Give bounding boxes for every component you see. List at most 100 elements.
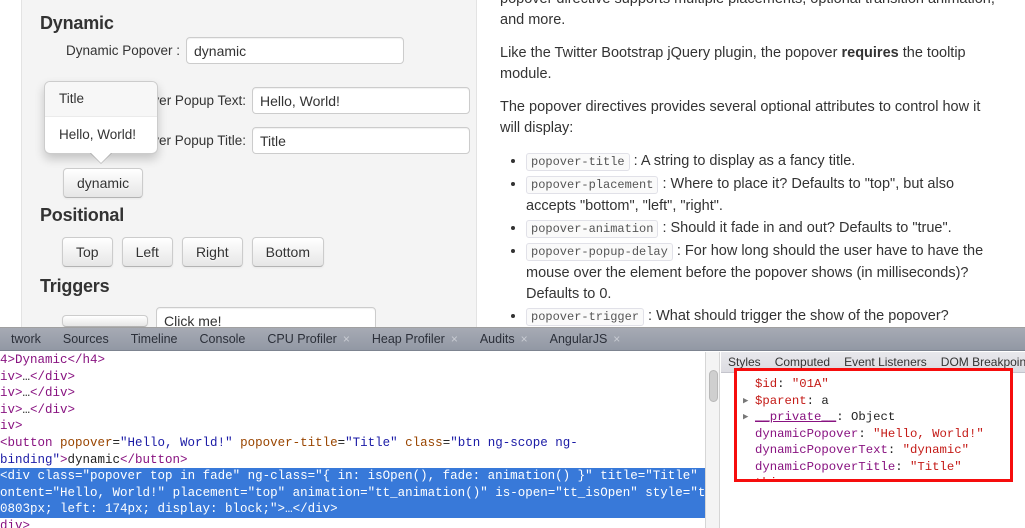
dom-token: "Title" — [645, 469, 698, 484]
dom-line[interactable]: iv> — [0, 418, 705, 435]
dom-tree-scrollbar-thumb[interactable] — [709, 370, 718, 402]
dom-line[interactable]: binding">dynamic</button> — [0, 452, 705, 469]
scope-row[interactable]: ▶$id: "01A" — [743, 376, 1010, 393]
dom-token: div> — [0, 518, 31, 528]
sidebar-tab-dom-breakpoint[interactable]: DOM Breakpoint — [934, 355, 1025, 369]
dom-token: … — [285, 502, 293, 517]
trigger-button[interactable] — [62, 314, 148, 327]
dom-token: binding" — [0, 452, 61, 467]
dom-token: </button> — [120, 452, 188, 467]
dom-line-selected[interactable]: <div class="popover top in fade" ng-clas… — [0, 468, 705, 485]
dom-line[interactable]: <button popover="Hello, World!" popover-… — [0, 435, 705, 452]
devtools-tab-label: Timeline — [130, 332, 178, 346]
scope-key: $parent — [755, 393, 807, 408]
devtools-tab-twork[interactable]: twork — [0, 332, 52, 346]
devtools-tab-timeline[interactable]: Timeline — [120, 332, 189, 346]
scope-row[interactable]: ▶ __private__: Object — [743, 409, 1010, 426]
button-bottom[interactable]: Bottom — [251, 237, 324, 267]
input-dynamic-popover[interactable] — [186, 37, 404, 64]
documentation-column: popover directive supports multiple plac… — [478, 0, 1025, 327]
close-icon[interactable]: × — [343, 333, 350, 345]
dom-token: "popover top in fade" — [82, 469, 241, 484]
dom-line[interactable]: div> — [0, 518, 705, 528]
expand-triangle-icon[interactable]: ▶ — [743, 409, 755, 426]
dom-line-selected[interactable]: ontent="Hello, World!" placement="top" a… — [0, 484, 705, 502]
input-trigger[interactable] — [156, 307, 376, 327]
dom-token: </div> — [30, 386, 76, 401]
dom-line[interactable]: iv>…</div> — [0, 402, 705, 419]
scope-key: dynamicPopover — [755, 426, 859, 441]
dom-token: "Hello, World!" — [120, 435, 233, 450]
scope-row[interactable]: ▶dynamicPopoverText: "dynamic" — [743, 442, 1010, 459]
dom-token: "btn ng-scope ng- — [450, 435, 578, 450]
dom-token: placement — [172, 485, 241, 500]
scope-value: Object — [850, 410, 896, 424]
close-icon[interactable]: × — [521, 333, 528, 345]
sidebar-tab-event-listeners[interactable]: Event Listeners — [837, 355, 934, 369]
close-icon[interactable]: × — [451, 333, 458, 345]
devtools-tab-label: CPU Profiler — [267, 332, 337, 346]
label-dynamic-popover: Dynamic Popover : — [65, 43, 180, 58]
dom-token: iv> — [0, 402, 23, 417]
input-popup-text[interactable] — [252, 87, 470, 114]
devtools-tab-audits[interactable]: Audits × — [469, 332, 539, 346]
spacer-icon: ▶ — [743, 426, 755, 443]
dom-token: ontent — [0, 485, 46, 500]
dom-token: class — [405, 435, 443, 450]
dom-tree-scrollbar[interactable] — [705, 352, 720, 528]
scope-row[interactable]: ▶ $parent: a — [743, 393, 1010, 410]
button-right[interactable]: Right — [181, 237, 243, 267]
dom-token: = — [240, 485, 248, 500]
dom-line-selected[interactable]: 0803px; left: 174px; display: block;">…<… — [0, 501, 705, 518]
devtools-tab-heap-profiler[interactable]: Heap Profiler × — [361, 332, 469, 346]
close-icon[interactable]: × — [613, 333, 620, 345]
browser-page: Dynamic Dynamic Popover : Dynamic Popove… — [0, 0, 1025, 327]
dom-line[interactable]: iv>…</div> — [0, 369, 705, 386]
scope-row[interactable]: ▶dynamicPopover: "Hello, World!" — [743, 426, 1010, 443]
input-popup-title[interactable] — [252, 127, 470, 154]
popover-overlay: Title Hello, World! — [44, 81, 158, 164]
spacer-icon: ▶ — [743, 376, 755, 393]
docs-paragraph-1: popover directive supports multiple plac… — [500, 0, 995, 28]
positional-button-group: Top Left Right Bottom — [62, 237, 324, 267]
docs-bullet-2-text: : Should it fade in and out? Defaults to… — [658, 220, 952, 236]
scope-separator: : — [777, 377, 792, 391]
devtools-tab-angularjs[interactable]: AngularJS × — [539, 332, 632, 346]
scope-key: $id — [755, 377, 778, 391]
scope-key: __private__ — [755, 410, 837, 424]
code-popover-placement: popover-placement — [526, 176, 659, 194]
popover-demo-panel: Dynamic Dynamic Popover : Dynamic Popove… — [21, 0, 477, 327]
button-top[interactable]: Top — [62, 237, 113, 267]
dom-line[interactable]: 4>Dynamic</h4> — [0, 352, 705, 369]
sidebar-tab-computed[interactable]: Computed — [768, 355, 837, 369]
devtools-dom-tree[interactable]: 4>Dynamic</h4> iv>…</div> iv>…</div> iv>…</… — [0, 352, 705, 528]
expand-triangle-icon[interactable]: ▶ — [743, 475, 755, 479]
devtools-tab-cpu-profiler[interactable]: CPU Profiler × — [256, 332, 360, 346]
dom-token: animation — [292, 485, 361, 500]
expand-triangle-icon[interactable]: ▶ — [743, 393, 755, 410]
docs-bullet-popover-trigger: popover-trigger : What should trigger th… — [526, 306, 1001, 327]
dom-token: 4>Dynamic</h4> — [0, 353, 106, 367]
scope-value: a — [799, 475, 806, 479]
form-row-dynamic-popover: Dynamic Popover : — [40, 37, 404, 64]
dom-token: title — [600, 469, 638, 484]
scope-row[interactable]: ▶this: a — [743, 475, 1010, 479]
scope-row[interactable]: ▶dynamicPopoverTitle: "Title" — [743, 459, 1010, 476]
docs-bullet-0-text: : A string to display as a fancy title. — [629, 153, 856, 169]
devtools-tab-sources[interactable]: Sources — [52, 332, 120, 346]
devtools-tab-label: Audits — [479, 332, 515, 346]
scope-separator: : — [785, 475, 800, 479]
dom-token: iv> — [0, 369, 23, 384]
docs-attribute-list: popover-title : A string to display as a… — [500, 151, 1001, 327]
devtools-tab-console[interactable]: Console — [189, 332, 257, 346]
button-left[interactable]: Left — [121, 237, 173, 267]
angular-scope-list[interactable]: ▶$id: "01A"▶$parent: a▶__private__: Obje… — [737, 371, 1010, 479]
dynamic-popover-button[interactable]: dynamic — [63, 168, 144, 198]
scope-value: "Title" — [909, 459, 962, 474]
docs-bullet-popover-title: popover-title : A string to display as a… — [526, 151, 1001, 173]
heading-triggers: Triggers — [40, 276, 110, 296]
dom-token: = — [112, 435, 121, 450]
dom-line[interactable]: iv>…</div> — [0, 385, 705, 402]
scope-separator: : — [836, 410, 851, 424]
sidebar-tab-styles[interactable]: Styles — [721, 355, 768, 369]
